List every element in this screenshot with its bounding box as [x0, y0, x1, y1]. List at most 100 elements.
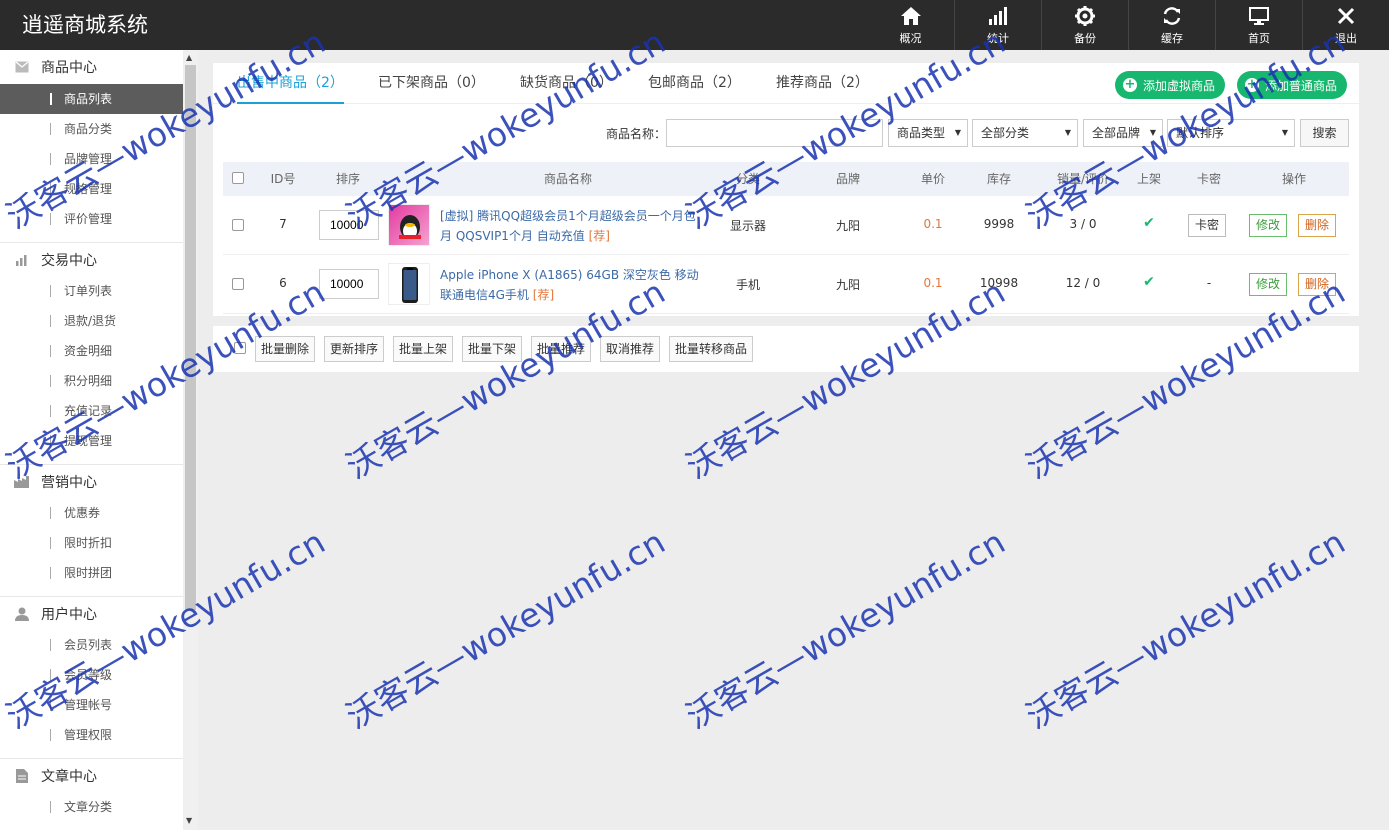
on-shelf-check-icon[interactable]: ✔: [1139, 274, 1159, 290]
add-virtual-goods-button[interactable]: + 添加虚拟商品: [1115, 71, 1226, 99]
sidebar-item-points[interactable]: 积分明细: [0, 366, 183, 396]
batch-on-shelf-button[interactable]: 批量上架: [393, 336, 454, 362]
plus-icon: +: [1245, 77, 1259, 92]
sidebar-item-article-category[interactable]: 文章分类: [0, 792, 183, 822]
batch-recommend-button[interactable]: 批量推荐: [531, 336, 592, 362]
goods-type-select[interactable]: 商品类型 ▼: [888, 119, 968, 147]
edit-button[interactable]: 修改: [1249, 273, 1288, 296]
recommend-tag: [荐]: [532, 288, 555, 302]
user-icon: [14, 606, 30, 622]
sidebar-item-goods-list[interactable]: 商品列表: [0, 84, 183, 114]
sidebar-item-goods-category[interactable]: 商品分类: [0, 114, 183, 144]
sidebar-menu: 商品中心 商品列表 商品分类 品牌管理 规格管理 评价管理 交易中心 订单列表 …: [0, 50, 183, 822]
sidebar-item-refunds[interactable]: 退款/退货: [0, 306, 183, 336]
sidebar-item-admin-accounts[interactable]: 管理帐号: [0, 690, 183, 720]
sidebar-group-marketing[interactable]: 营销中心: [0, 464, 183, 498]
tab-out-of-stock[interactable]: 缺货商品（0）: [520, 63, 613, 104]
tab-recommended[interactable]: 推荐商品（2）: [776, 63, 869, 104]
batch-actions-bar: 批量删除 更新排序 批量上架 批量下架 批量推荐 取消推荐 批量转移商品: [213, 326, 1359, 372]
nav-home[interactable]: 首页: [1215, 0, 1302, 50]
sort-input[interactable]: [319, 210, 379, 240]
nav-overview[interactable]: 概况: [867, 0, 954, 50]
sidebar-scrollbar[interactable]: ▲ ▼: [183, 50, 198, 830]
goods-name-link[interactable]: [虚拟] 腾讯QQ超级会员1个月超级会员一个月包月 QQSVIP1个月 自动充值…: [440, 206, 700, 246]
add-normal-goods-button[interactable]: + 添加普通商品: [1237, 71, 1348, 99]
qq-penguin-icon: [399, 215, 421, 239]
sidebar-item-orders[interactable]: 订单列表: [0, 276, 183, 306]
delete-button[interactable]: 删除: [1298, 273, 1337, 296]
batch-off-shelf-button[interactable]: 批量下架: [462, 336, 523, 362]
col-name: 商品名称: [543, 172, 592, 186]
card-key-empty: -: [1206, 276, 1212, 290]
tab-on-sale[interactable]: 出售中商品（2）: [237, 63, 344, 104]
row-checkbox[interactable]: [232, 278, 244, 290]
col-card: 卡密: [1196, 172, 1221, 186]
document-icon: [14, 768, 30, 784]
card-key-button[interactable]: 卡密: [1188, 214, 1227, 237]
select-all-checkbox[interactable]: [232, 172, 244, 184]
scroll-down-icon[interactable]: ▼: [186, 816, 192, 825]
chevron-down-icon: ▼: [1281, 128, 1288, 137]
sidebar-item-brand[interactable]: 品牌管理: [0, 144, 183, 174]
row-checkbox[interactable]: [232, 219, 244, 231]
delete-button[interactable]: 删除: [1298, 214, 1337, 237]
sidebar-item-coupons[interactable]: 优惠券: [0, 498, 183, 528]
sidebar-item-review[interactable]: 评价管理: [0, 204, 183, 234]
col-brand: 品牌: [835, 172, 860, 186]
sort-select[interactable]: 默认排序 ▼: [1167, 119, 1295, 147]
sidebar-item-withdraw[interactable]: 提现管理: [0, 426, 183, 456]
sidebar-item-discount[interactable]: 限时折扣: [0, 528, 183, 558]
sidebar-item-admin-permissions[interactable]: 管理权限: [0, 720, 183, 750]
top-nav: 概况 统计 备份 缓存 首页 退出: [867, 0, 1389, 50]
goods-id: 7: [279, 217, 287, 231]
sidebar-group-articles[interactable]: 文章中心: [0, 758, 183, 792]
nav-cache[interactable]: 缓存: [1128, 0, 1215, 50]
goods-price: 0.1: [923, 276, 943, 290]
col-on-shelf: 上架: [1136, 172, 1161, 186]
col-price: 单价: [920, 172, 945, 186]
app-title: 逍遥商城系统: [22, 13, 148, 37]
goods-category: 显示器: [729, 219, 766, 233]
edit-button[interactable]: 修改: [1249, 214, 1288, 237]
goods-name-input[interactable]: [666, 119, 883, 147]
col-sales: 销量/评价: [1056, 172, 1110, 186]
nav-logout[interactable]: 退出: [1302, 0, 1389, 50]
nav-backup[interactable]: 备份: [1041, 0, 1128, 50]
sidebar-group-goods[interactable]: 商品中心: [0, 50, 183, 84]
search-button[interactable]: 搜索: [1300, 119, 1349, 147]
chevron-down-icon: ▼: [1064, 128, 1071, 137]
sidebar-item-funds[interactable]: 资金明细: [0, 336, 183, 366]
table-row: 7 [虚拟] 腾讯QQ超级会员1个月超级会员一个月包月 QQSVIP1个月 自动…: [223, 196, 1349, 255]
nav-stats[interactable]: 统计: [954, 0, 1041, 50]
batch-select-checkbox[interactable]: [234, 342, 246, 354]
tab-free-shipping[interactable]: 包邮商品（2）: [648, 63, 741, 104]
category-select[interactable]: 全部分类 ▼: [972, 119, 1078, 147]
goods-panel: 出售中商品（2） 已下架商品（0） 缺货商品（0） 包邮商品（2） 推荐商品（2…: [213, 63, 1359, 316]
sidebar-item-groupbuy[interactable]: 限时拼团: [0, 558, 183, 588]
goods-thumbnail[interactable]: [388, 263, 430, 305]
top-bar: 逍遥商城系统 概况 统计 备份 缓存 首页 退出: [0, 0, 1389, 50]
on-shelf-check-icon[interactable]: ✔: [1139, 215, 1159, 231]
goods-price: 0.1: [923, 217, 943, 231]
goods-thumbnail[interactable]: [388, 204, 430, 246]
sidebar-item-spec[interactable]: 规格管理: [0, 174, 183, 204]
batch-delete-button[interactable]: 批量删除: [255, 336, 316, 362]
sidebar-group-trade[interactable]: 交易中心: [0, 242, 183, 276]
batch-transfer-button[interactable]: 批量转移商品: [669, 336, 754, 362]
cancel-recommend-button[interactable]: 取消推荐: [600, 336, 661, 362]
sidebar-item-member-levels[interactable]: 会员等级: [0, 660, 183, 690]
refresh-icon: [1161, 5, 1183, 27]
brand-select[interactable]: 全部品牌 ▼: [1083, 119, 1163, 147]
goods-name-link[interactable]: Apple iPhone X (A1865) 64GB 深空灰色 移动联通电信4…: [440, 265, 700, 305]
update-sort-button[interactable]: 更新排序: [324, 336, 385, 362]
sort-input[interactable]: [319, 269, 379, 299]
sidebar-item-members[interactable]: 会员列表: [0, 630, 183, 660]
tab-off-shelf[interactable]: 已下架商品（0）: [378, 63, 485, 104]
factory-icon: [14, 474, 30, 490]
sidebar-item-recharge[interactable]: 充值记录: [0, 396, 183, 426]
goods-stock: 10998: [979, 276, 1019, 290]
scrollbar-thumb[interactable]: [185, 65, 196, 610]
bar-chart-icon: [14, 252, 30, 268]
scroll-up-icon[interactable]: ▲: [186, 53, 192, 62]
sidebar-group-users[interactable]: 用户中心: [0, 596, 183, 630]
